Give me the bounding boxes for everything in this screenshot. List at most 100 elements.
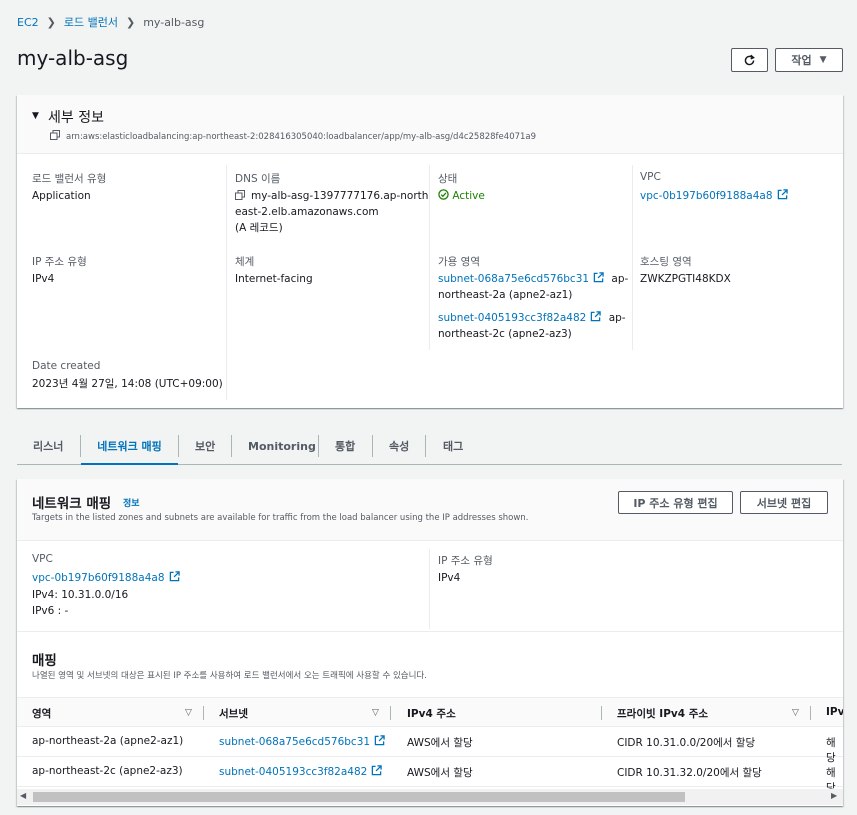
horizontal-scrollbar[interactable]: ◀ ▶ — [17, 789, 843, 805]
state-value: Active — [438, 188, 485, 204]
scheme-label: 체계 — [235, 256, 255, 268]
dns-line-2: east-2.elb.amazonaws.com — [235, 206, 379, 218]
tab-tags[interactable]: 태그 — [443, 428, 463, 464]
row-ipv4: AWS에서 할당 — [407, 737, 473, 749]
divider — [810, 706, 811, 720]
vpc-value: vpc-0b197b60f9188a4a8 — [640, 188, 788, 204]
az-label: 가용 영역 — [438, 256, 480, 268]
az2-suffix-1: ap- — [608, 312, 626, 324]
col-subnet[interactable]: 서브넷 — [219, 706, 248, 721]
table-row: ap-northeast-2a (apne2-az1) subnet-068a7… — [17, 727, 843, 764]
info-link[interactable]: 정보 — [123, 496, 140, 509]
hosted-zone-label: 호스팅 영역 — [640, 256, 692, 268]
tab-listeners[interactable]: 리스너 — [33, 428, 63, 464]
page-title: my-alb-asg — [17, 46, 129, 70]
row-zone: ap-northeast-2a (apne2-az1) — [32, 735, 184, 747]
az1-subnet-link[interactable]: subnet-068a75e6cd576bc31 — [438, 273, 589, 285]
chevron-right-icon: ❯ — [125, 15, 136, 29]
row-subnet-link[interactable]: subnet-068a75e6cd576bc31 — [219, 736, 370, 748]
breadcrumb-current: my-alb-asg — [143, 15, 205, 29]
row-subnet: subnet-0405193cc3f82a482 — [219, 765, 383, 778]
refresh-button[interactable] — [731, 48, 768, 72]
divider — [203, 706, 204, 720]
divider — [372, 435, 373, 457]
net-vpc-value: vpc-0b197b60f9188a4a8 — [32, 570, 180, 586]
vpc-link[interactable]: vpc-0b197b60f9188a4a8 — [640, 190, 773, 202]
check-circle-icon — [438, 189, 449, 200]
sort-icon[interactable]: ▽ — [792, 708, 799, 718]
scroll-right-icon[interactable]: ▶ — [831, 791, 837, 800]
tab-monitoring[interactable]: Monitoring — [248, 428, 316, 464]
details-header: ▼ 세부 정보 arn:aws:elasticloadbalancing:ap-… — [17, 95, 843, 154]
az2-subnet-link[interactable]: subnet-0405193cc3f82a482 — [438, 312, 586, 324]
breadcrumb-ec2[interactable]: EC2 — [17, 16, 39, 29]
chevron-right-icon: ❯ — [46, 15, 56, 29]
ip-type-value: IPv4 — [32, 273, 55, 285]
mapping-description: 나열된 영역 및 서브넷의 대상은 표시된 IP 주소를 사용하여 로드 밸런서… — [32, 671, 427, 681]
divider — [318, 435, 319, 457]
divider — [429, 165, 430, 350]
dns-label: DNS 이름 — [235, 173, 281, 185]
divider — [17, 631, 843, 632]
breadcrumb-load-balancers[interactable]: 로드 밸런서 — [64, 14, 118, 30]
divider — [178, 435, 179, 457]
dns-line-1: my-alb-asg-1397777176.ap-north — [251, 190, 429, 202]
external-link-icon[interactable] — [590, 311, 602, 322]
date-created-value: 2023년 4월 27일, 14:08 (UTC+09:00) — [32, 378, 223, 390]
edit-subnets-button[interactable]: 서브넷 편집 — [740, 491, 828, 514]
copy-icon[interactable] — [235, 190, 245, 200]
sort-icon[interactable]: ▽ — [372, 708, 379, 718]
net-ip-type-value: IPv4 — [438, 572, 461, 584]
az2-suffix-2: northeast-2c (apne2-az3) — [438, 328, 572, 340]
external-link-icon[interactable] — [371, 765, 383, 776]
col-private-ipv4[interactable]: 프라이빗 IPv4 주소 — [617, 706, 708, 721]
copy-icon[interactable] — [50, 130, 60, 140]
divider — [429, 549, 430, 629]
tab-security[interactable]: 보안 — [195, 428, 215, 464]
tab-integrations[interactable]: 통합 — [335, 428, 355, 464]
col-ipv4[interactable]: IPv4 주소 — [407, 706, 456, 721]
az1-suffix-2: northeast-2a (apne2-az1) — [438, 289, 573, 301]
divider — [425, 435, 426, 457]
dns-line-3: (A 레코드) — [235, 222, 283, 234]
caret-down-icon: ▼ — [819, 55, 827, 65]
net-vpc-link[interactable]: vpc-0b197b60f9188a4a8 — [32, 572, 165, 584]
tab-attributes[interactable]: 속성 — [389, 428, 409, 464]
scroll-left-icon[interactable]: ◀ — [20, 791, 26, 800]
divider — [226, 165, 227, 400]
tab-network-mapping[interactable]: 네트워크 매핑 — [81, 428, 178, 465]
col-zone[interactable]: 영역 — [32, 706, 51, 721]
row-private-ipv4: CIDR 10.31.32.0/20에서 할당 — [617, 767, 762, 779]
col-ipv6[interactable]: IPv — [826, 706, 843, 718]
sort-icon[interactable]: ▽ — [185, 708, 192, 718]
date-created-label: Date created — [32, 360, 101, 372]
actions-label: 작업 — [791, 54, 812, 67]
breadcrumb: EC2 ❯ 로드 밸런서 ❯ my-alb-asg — [17, 14, 204, 30]
scrollbar-thumb[interactable] — [33, 792, 685, 802]
net-ipv6: IPv6 : - — [32, 605, 69, 617]
arn-value: arn:aws:elasticloadbalancing:ap-northeas… — [66, 132, 537, 142]
details-panel: ▼ 세부 정보 arn:aws:elasticloadbalancing:ap-… — [17, 95, 843, 408]
mapping-title: 매핑 — [32, 653, 57, 669]
az-value-2: subnet-0405193cc3f82a482 ap- northeast-2… — [438, 310, 626, 342]
net-ipv4: IPv4: 10.31.0.0/16 — [32, 589, 129, 601]
dns-value: my-alb-asg-1397777176.ap-north east-2.el… — [235, 188, 428, 236]
row-subnet: subnet-068a75e6cd576bc31 — [219, 735, 385, 748]
edit-ip-type-button[interactable]: IP 주소 유형 편집 — [618, 491, 733, 514]
row-subnet-link[interactable]: subnet-0405193cc3f82a482 — [219, 766, 367, 778]
arn-text: arn:aws:elasticloadbalancing:ap-northeas… — [50, 130, 536, 142]
az1-suffix-1: ap- — [611, 273, 629, 285]
row-ipv4: AWS에서 할당 — [407, 767, 473, 779]
divider — [601, 706, 602, 720]
details-title[interactable]: 세부 정보 — [48, 107, 104, 127]
external-link-icon[interactable] — [169, 571, 180, 582]
caret-down-icon[interactable]: ▼ — [32, 111, 39, 121]
external-link-icon[interactable] — [374, 735, 385, 746]
state-label: 상태 — [438, 173, 458, 185]
divider — [632, 165, 633, 350]
external-link-icon[interactable] — [593, 272, 604, 283]
net-vpc-label: VPC — [32, 553, 53, 565]
ip-type-label: IP 주소 유형 — [32, 256, 87, 268]
external-link-icon[interactable] — [777, 189, 788, 200]
actions-button[interactable]: 작업 ▼ — [775, 48, 843, 72]
